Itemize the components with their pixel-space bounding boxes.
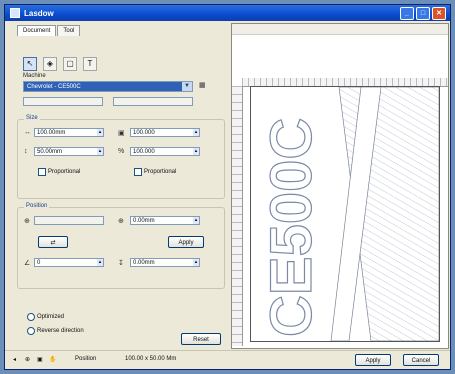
x-field[interactable]	[34, 216, 104, 225]
vertical-ruler	[232, 86, 243, 346]
optimized-radio[interactable]: Optimized	[27, 313, 64, 321]
spin-icon[interactable]: ▴	[193, 129, 199, 136]
main-window: Lasdow _ □ ✕ Document Tool ↖ ◈ ▢ T Machi…	[4, 4, 451, 370]
settings-panel: Document Tool ↖ ◈ ▢ T Machine Chevrolet …	[13, 23, 227, 345]
profile-selected-value: Chevrolet - CE500C	[27, 84, 81, 90]
angle-field[interactable]: 0 ▴	[34, 258, 104, 267]
spin-icon[interactable]: ▴	[97, 259, 103, 266]
lock-icon[interactable]: ▣	[118, 129, 125, 137]
pan-icon[interactable]: ✋	[49, 356, 56, 363]
disabled-field-2	[113, 97, 193, 106]
status-size: 100.00 x 50.00 Mm	[125, 356, 177, 362]
position-group: Position ⊕ ⊕ 0.00mm ▴ ⇄ Apply ∠ 0 ▴ ↧ 0.00…	[17, 203, 225, 289]
offset-icon: ↧	[118, 260, 124, 267]
x-value: 0.00mm	[133, 218, 155, 224]
text-tool-icon[interactable]: T	[83, 57, 97, 71]
preview-drawing: CE500C	[251, 87, 439, 341]
preview-text: CE500C	[259, 118, 324, 337]
move-button[interactable]: ⇄	[38, 236, 68, 248]
disabled-field-1	[23, 97, 103, 106]
x-value-field[interactable]: 0.00mm ▴	[130, 216, 200, 225]
profile-label: Machine	[23, 73, 46, 79]
offset-value: 0.00mm	[133, 260, 155, 266]
zoom-icon[interactable]: ⊕	[25, 356, 30, 363]
position-group-title: Position	[24, 203, 50, 209]
cancel-button[interactable]: Cancel	[403, 354, 439, 366]
size-group: Size ↔ 100.00mm ▴ ▣ 100.000 ▴ ↕ 50.00mm ▴ %…	[17, 115, 225, 199]
reset-button[interactable]: Reset	[181, 333, 221, 345]
optimized-label: Optimized	[37, 314, 65, 320]
spin-icon[interactable]: ▴	[97, 129, 103, 136]
close-button[interactable]: ✕	[432, 7, 446, 20]
status-bar: ◂ ⊕ ▣ ✋ Position 100.00 x 50.00 Mm Apply…	[5, 350, 450, 369]
option2-checkbox[interactable]: Proportional	[134, 168, 176, 176]
angle-icon: ∠	[24, 260, 31, 267]
profile-select[interactable]: Chevrolet - CE500C ▼	[23, 81, 193, 92]
option1-label: Proportional	[48, 169, 81, 175]
angle-value: 0	[37, 260, 41, 266]
width-value: 100.00mm	[37, 130, 66, 136]
x-icon: ⊕	[24, 218, 30, 225]
y-icon: ⊕	[118, 218, 124, 225]
width-icon: ↔	[24, 129, 31, 136]
reverse-radio[interactable]: Reverse direction	[27, 327, 84, 335]
status-coord: Position	[75, 356, 97, 362]
scale-icon: %	[118, 148, 125, 155]
preview-header	[232, 24, 448, 35]
ok-button[interactable]: Apply	[355, 354, 391, 366]
tab-tool[interactable]: Tool	[57, 25, 81, 36]
rect-tool-icon[interactable]: ▢	[63, 57, 77, 71]
spin-icon[interactable]: ▴	[97, 148, 103, 155]
spin-icon[interactable]: ▴	[193, 259, 199, 266]
preview-canvas[interactable]: CE500C	[250, 86, 440, 342]
option2-label: Proportional	[144, 169, 177, 175]
settings-icon[interactable]: ▦	[199, 81, 206, 89]
apply-button[interactable]: Apply	[168, 236, 204, 248]
spin-icon[interactable]: ▴	[193, 217, 199, 224]
offset-field[interactable]: 0.00mm ▴	[130, 258, 200, 267]
tab-document[interactable]: Document	[17, 25, 57, 36]
chevron-down-icon: ▼	[182, 82, 192, 91]
fit-icon[interactable]: ▣	[37, 356, 43, 363]
arrow-tool-icon[interactable]: ↖	[23, 57, 37, 71]
maximize-button[interactable]: □	[416, 7, 430, 20]
size-group-title: Size	[24, 115, 40, 121]
width2-value: 100.000	[133, 130, 155, 136]
width2-field[interactable]: 100.000 ▴	[130, 128, 200, 137]
tool-row: ↖ ◈ ▢ T	[23, 57, 97, 71]
option1-checkbox[interactable]: Proportional	[38, 168, 80, 176]
tab-strip: Document Tool	[17, 25, 81, 36]
height-field[interactable]: 50.00mm ▴	[34, 147, 104, 156]
preview-panel: CE500C	[231, 23, 449, 349]
spin-icon[interactable]: ▴	[193, 148, 199, 155]
width-field[interactable]: 100.00mm ▴	[34, 128, 104, 137]
height-value: 50.00mm	[37, 149, 63, 155]
app-icon	[10, 8, 20, 18]
minimize-button[interactable]: _	[400, 7, 414, 20]
height2-value: 100.000	[133, 149, 155, 155]
window-title: Lasdow	[24, 8, 54, 18]
height2-field[interactable]: 100.000 ▴	[130, 147, 200, 156]
height-icon: ↕	[24, 148, 28, 155]
nav-icon[interactable]: ◂	[13, 356, 16, 363]
node-tool-icon[interactable]: ◈	[43, 57, 57, 71]
reverse-label: Reverse direction	[37, 328, 84, 334]
title-bar: Lasdow _ □ ✕	[5, 5, 450, 21]
